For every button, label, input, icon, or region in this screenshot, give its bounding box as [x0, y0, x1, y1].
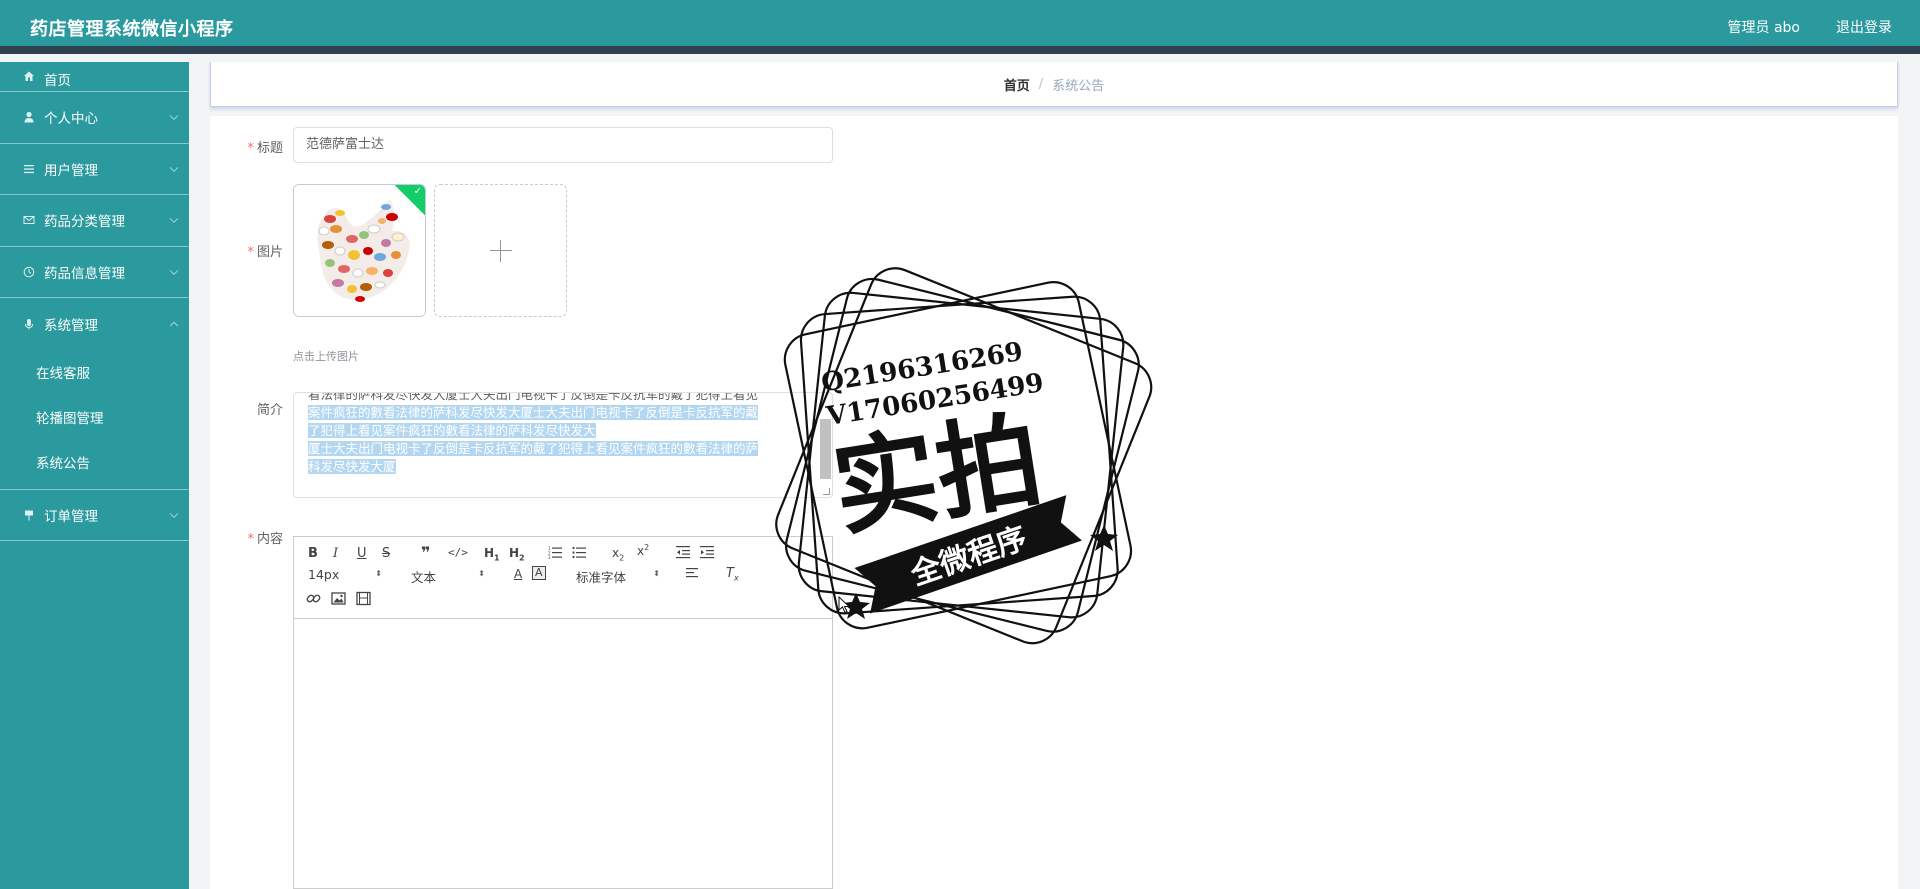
font-family-select[interactable]: 标准字体 ⬍ — [576, 567, 660, 586]
chevron-down-icon — [169, 266, 179, 275]
sidebar-item-home[interactable]: 首页 — [0, 62, 189, 92]
breadcrumb-home[interactable]: 首页 — [1004, 75, 1030, 94]
clock-icon — [22, 265, 36, 279]
check-icon: ✓ — [413, 186, 422, 197]
sidebar-item-profile[interactable]: 个人中心 — [0, 92, 189, 144]
sidebar: 首页 个人中心 用户管理 药品分类管理 药品信息管理 系统管理 在线客服 轮播图… — [0, 62, 189, 889]
font-color-icon[interactable]: A — [514, 567, 522, 581]
sidebar-item-label: 首页 — [44, 73, 71, 89]
chevron-up-icon — [169, 321, 179, 330]
font-size-select[interactable]: 14px ⬍ — [308, 567, 382, 582]
sidebar-item-drug-info[interactable]: 药品信息管理 — [0, 247, 189, 298]
sidebar-item-drug-category[interactable]: 药品分类管理 — [0, 195, 189, 247]
superscript-icon[interactable]: x2 — [637, 543, 649, 558]
system-submenu: 在线客服 轮播图管理 系统公告 — [0, 350, 189, 490]
chevron-down-icon — [169, 214, 179, 224]
clear-format-icon[interactable]: Tx — [726, 566, 739, 583]
plus-icon — [490, 250, 512, 251]
quote-icon[interactable]: ❞ — [421, 543, 430, 562]
user-icon — [22, 110, 36, 124]
rich-text-editor: B I U S ❞ </> H1 H2 123 x2 x2 14px ⬍ 文本 ⬍ — [293, 536, 833, 889]
code-icon[interactable]: </> — [448, 546, 468, 559]
intro-line: 案件疯狂的數看法律的萨科发尽快发大厦士大夫出门电视卡了反倒是卡反抗军的戴 — [308, 405, 759, 420]
announcement-form: * 标题 范德萨富士达 * 图片 ✓ 点击上传图片 简介 看法律的萨科发尽快发大… — [210, 116, 1898, 889]
intro-label: 简介 — [256, 403, 283, 418]
text-type-select[interactable]: 文本 ⬍ — [411, 567, 485, 586]
heading2-icon[interactable]: H2 — [509, 546, 525, 562]
intro-textarea[interactable]: 看法律的萨科发尽快发大厦士大夫出门电视卡了反倒是卡反抗军的戴了犯得上看见 案件疯… — [293, 392, 833, 498]
editor-toolbar: B I U S ❞ </> H1 H2 123 x2 x2 14px ⬍ 文本 ⬍ — [294, 537, 832, 619]
ordered-list-icon[interactable]: 123 — [548, 545, 562, 562]
sidebar-item-online-service[interactable]: 在线客服 — [0, 350, 189, 395]
video-icon[interactable] — [356, 591, 371, 609]
sidebar-item-label: 订单管理 — [44, 508, 98, 525]
scrollbar[interactable] — [820, 419, 831, 479]
chevron-down-icon — [169, 163, 179, 172]
underline-icon[interactable]: U — [357, 546, 367, 561]
logout-button[interactable]: 退出登录 — [1836, 17, 1892, 37]
sidebar-item-carousel[interactable]: 轮播图管理 — [0, 395, 189, 440]
outdent-icon[interactable] — [676, 545, 690, 562]
italic-icon[interactable]: I — [333, 546, 338, 561]
indent-icon[interactable] — [700, 545, 714, 562]
sidebar-item-label: 系统管理 — [44, 317, 98, 334]
sidebar-item-label: 药品信息管理 — [44, 265, 125, 282]
intro-line: 科发尽快发大厦 — [308, 459, 396, 474]
content-label: * 内容 — [247, 532, 283, 547]
flag-icon — [22, 508, 36, 522]
sidebar-item-orders[interactable]: 订单管理 — [0, 490, 189, 541]
background-color-icon[interactable]: A — [532, 566, 546, 580]
intro-line: 了犯得上看见案件疯狂的數看法律的萨科发尽快发大 — [308, 423, 596, 438]
breadcrumb-current: 系统公告 — [1052, 78, 1105, 94]
link-icon[interactable] — [306, 591, 321, 609]
sidebar-item-users[interactable]: 用户管理 — [0, 144, 189, 195]
current-user-label: 管理员 abo — [1727, 20, 1800, 36]
intro-line: 厦士大夫出门电视卡了反倒是卡反抗军的戴了犯得上看见案件疯狂的數看法律的萨 — [308, 441, 759, 456]
subscript-icon[interactable]: x2 — [612, 546, 624, 562]
top-header: 药店管理系统微信小程序 管理员 abo 退出登录 — [0, 0, 1920, 54]
strikethrough-icon[interactable]: S — [382, 546, 390, 561]
sidebar-item-announcement[interactable]: 系统公告 — [0, 440, 189, 485]
mail-icon — [22, 213, 36, 227]
sidebar-item-label: 用户管理 — [44, 162, 98, 179]
title-label: * 标题 — [247, 141, 283, 156]
chevron-down-icon — [169, 509, 179, 518]
breadcrumb: 首页 / 系统公告 — [210, 62, 1898, 107]
svg-text:3: 3 — [548, 555, 551, 559]
sidebar-item-system[interactable]: 系统管理 — [0, 298, 189, 350]
sidebar-item-label: 个人中心 — [44, 111, 98, 128]
heading1-icon[interactable]: H1 — [484, 546, 500, 562]
mouse-cursor-icon — [838, 596, 851, 614]
chevron-down-icon — [169, 111, 179, 121]
align-icon[interactable] — [686, 567, 700, 582]
editor-content-area[interactable] — [294, 619, 832, 889]
sidebar-item-label: 药品分类管理 — [44, 214, 125, 231]
pills-image — [294, 185, 425, 316]
upload-add-button[interactable] — [434, 184, 567, 317]
intro-line: 看法律的萨科发尽快发大厦士大夫出门电视卡了反倒是卡反抗军的戴了犯得上看见 — [308, 392, 759, 402]
uploaded-image[interactable]: ✓ — [293, 184, 426, 317]
title-input[interactable]: 范德萨富士达 — [293, 127, 833, 163]
breadcrumb-separator: / — [1038, 76, 1044, 92]
mic-icon — [22, 317, 36, 331]
bullet-list-icon[interactable] — [572, 545, 586, 562]
resize-handle[interactable] — [823, 488, 830, 495]
bold-icon[interactable]: B — [308, 546, 318, 561]
app-title: 药店管理系统微信小程序 — [30, 19, 234, 40]
upload-tip: 点击上传图片 — [293, 350, 359, 363]
image-label: * 图片 — [247, 245, 283, 260]
home-icon — [22, 69, 36, 83]
image-icon[interactable] — [331, 591, 346, 609]
list-icon — [22, 162, 36, 176]
